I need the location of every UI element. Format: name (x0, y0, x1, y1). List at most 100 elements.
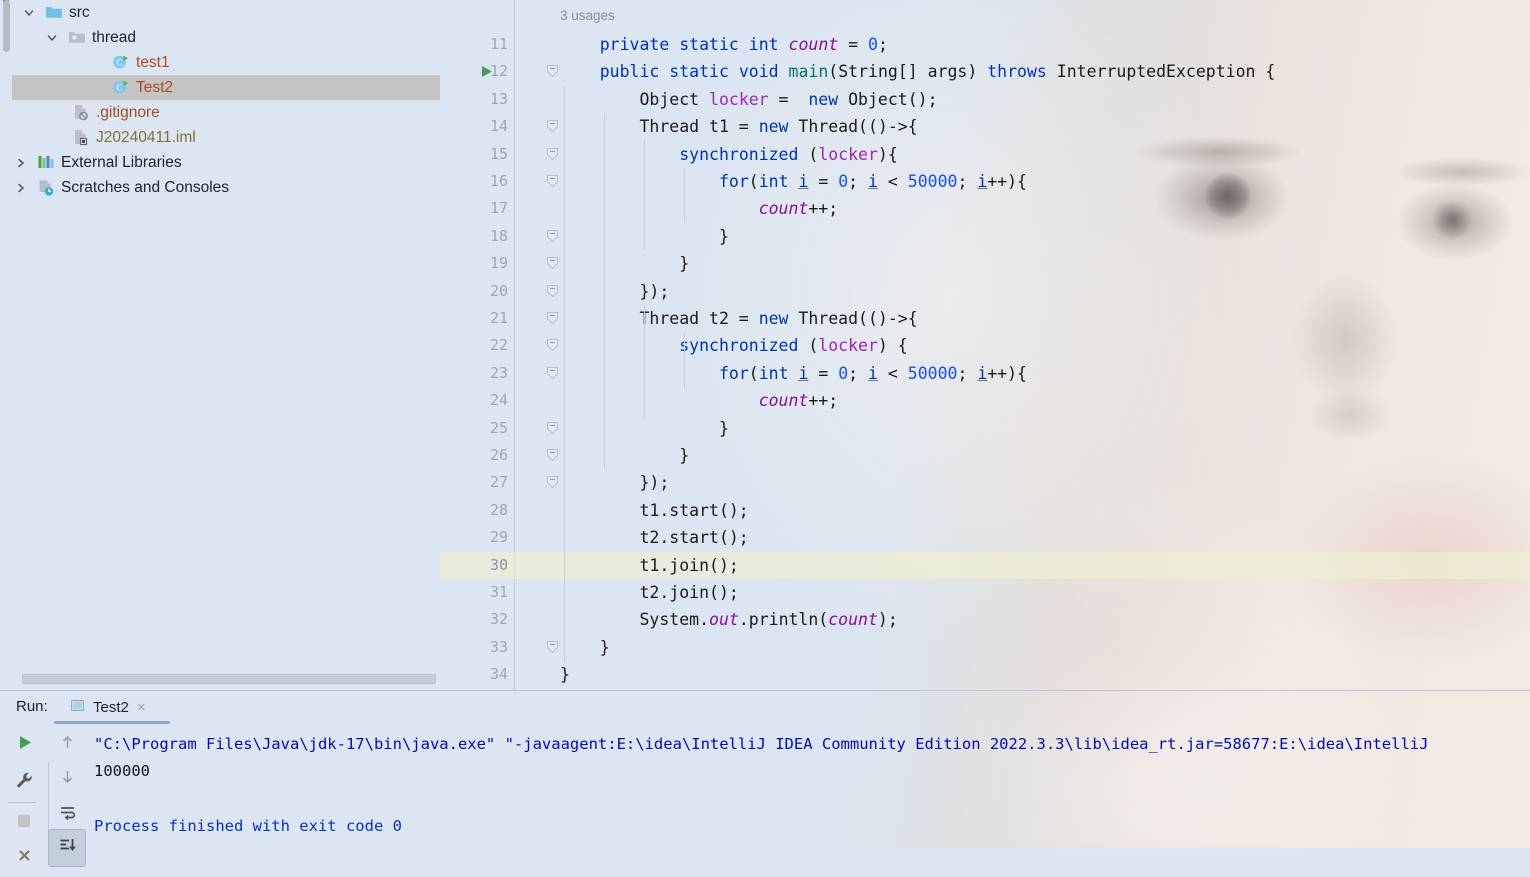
line-number: 14 (440, 113, 508, 140)
java-class-runnable-icon: C (112, 75, 130, 100)
code-fold-marker-icon[interactable] (546, 448, 560, 463)
code-fold-marker-icon[interactable] (546, 311, 560, 326)
scrollbar-thumb[interactable] (3, 0, 10, 52)
code-line[interactable]: 12 public static void main(String[] args… (440, 58, 1530, 85)
indent-guide (564, 86, 565, 662)
line-number: 17 (440, 195, 508, 222)
code-text[interactable]: Thread t2 = new Thread(()->{ (560, 305, 918, 332)
tree-item-label: External Libraries (61, 150, 182, 175)
console-line: Process finished with exit code 0 (94, 817, 402, 835)
soft-wrap-icon (58, 803, 77, 827)
folder-blue-icon (45, 0, 63, 25)
code-text[interactable]: t2.start(); (560, 524, 749, 551)
code-line[interactable]: 29 t2.start(); (440, 524, 1530, 551)
tree-item-test1[interactable]: Ctest1 (12, 50, 440, 75)
stop-button[interactable] (5, 804, 43, 842)
code-text[interactable]: } (560, 250, 689, 277)
code-fold-marker-icon[interactable] (546, 64, 560, 79)
line-number: 33 (440, 634, 508, 661)
code-text[interactable]: System.out.println(count); (560, 606, 898, 633)
tree-item-src[interactable]: src (12, 0, 440, 25)
code-fold-marker-icon[interactable] (546, 229, 560, 244)
tree-item-scratches-and-consoles[interactable]: Scratches and Consoles (12, 175, 440, 200)
code-text[interactable]: synchronized (locker) { (560, 332, 908, 359)
run-toolbar-right[interactable] (48, 724, 86, 849)
code-fold-marker-icon[interactable] (546, 147, 560, 162)
code-fold-marker-icon[interactable] (546, 284, 560, 299)
code-line[interactable]: 27 }); (440, 469, 1530, 496)
run-panel-title: Run: (16, 698, 48, 715)
code-fold-marker-icon[interactable] (546, 421, 560, 436)
code-text[interactable]: } (560, 634, 610, 661)
chevron-right-icon[interactable] (15, 175, 29, 200)
code-text[interactable]: } (560, 442, 689, 469)
project-tool-window[interactable]: srcthreadCtest1CTest2.gitignoreJ20240411… (0, 0, 440, 690)
project-tree-horizontal-scrollbar[interactable] (22, 674, 436, 684)
code-text[interactable]: count++; (560, 195, 838, 222)
chevron-down-icon[interactable] (23, 0, 37, 25)
line-number: 23 (440, 360, 508, 387)
tree-item-label: J20240411.iml (96, 125, 196, 150)
run-tool-window[interactable]: Run: Test2 × (0, 690, 1530, 848)
code-line[interactable]: 34} (440, 661, 1530, 688)
chevron-down-icon[interactable] (46, 25, 60, 50)
line-number: 15 (440, 141, 508, 168)
tree-item-j20240411-iml[interactable]: J20240411.iml (12, 125, 440, 150)
svg-text:C: C (116, 83, 122, 93)
chevron-right-icon[interactable] (15, 150, 29, 175)
code-text[interactable]: t2.join(); (560, 579, 739, 606)
code-text[interactable]: }); (560, 469, 669, 496)
run-tab-test2[interactable]: Test2 × (62, 691, 156, 724)
close-button[interactable] (5, 839, 43, 877)
code-line[interactable]: 13 Object locker = new Object(); (440, 86, 1530, 113)
code-text[interactable]: private static int count = 0; (560, 31, 888, 58)
settings-button[interactable] (5, 764, 43, 802)
tree-item-gitignore[interactable]: .gitignore (12, 100, 440, 125)
console-output[interactable]: "C:\Program Files\Java\jdk-17\bin\java.e… (86, 724, 1530, 849)
code-text[interactable]: for(int i = 0; i < 50000; i++){ (560, 360, 1027, 387)
run-gutter-icon[interactable] (480, 64, 494, 84)
next-occurrence-button[interactable] (48, 760, 86, 798)
tree-item-test2[interactable]: CTest2 (12, 75, 440, 100)
code-text[interactable]: t1.join(); (560, 552, 739, 579)
rerun-button[interactable] (5, 726, 43, 764)
arrow-up-icon (59, 734, 76, 756)
code-line[interactable]: 28 t1.start(); (440, 497, 1530, 524)
code-editor[interactable]: 3 usages 11 private static int count = 0… (440, 0, 1530, 690)
code-text[interactable]: for(int i = 0; i < 50000; i++){ (560, 168, 1027, 195)
line-number: 30 (440, 552, 508, 579)
code-text[interactable]: count++; (560, 387, 838, 414)
code-fold-marker-icon[interactable] (546, 640, 560, 655)
run-toolbar-left[interactable] (0, 724, 48, 849)
line-number: 20 (440, 278, 508, 305)
code-text[interactable]: } (560, 661, 570, 688)
code-text[interactable]: } (560, 415, 729, 442)
tree-item-thread[interactable]: thread (12, 25, 440, 50)
tree-item-external-libraries[interactable]: External Libraries (12, 150, 440, 175)
prev-occurrence-button[interactable] (48, 726, 86, 764)
code-text[interactable]: Object locker = new Object(); (560, 86, 938, 113)
code-text[interactable]: }); (560, 278, 669, 305)
code-fold-marker-icon[interactable] (546, 366, 560, 381)
line-number: 22 (440, 332, 508, 359)
code-text[interactable]: Thread t1 = new Thread(()->{ (560, 113, 918, 140)
code-text[interactable]: public static void main(String[] args) t… (560, 58, 1275, 85)
scroll-to-end-button[interactable] (48, 829, 86, 867)
run-tab-close-icon[interactable]: × (137, 699, 146, 716)
code-text[interactable]: t1.start(); (560, 497, 749, 524)
code-fold-marker-icon[interactable] (546, 475, 560, 490)
code-fold-marker-icon[interactable] (546, 174, 560, 189)
code-line[interactable]: 31 t2.join(); (440, 579, 1530, 606)
code-fold-marker-icon[interactable] (546, 256, 560, 271)
code-text[interactable]: synchronized (locker){ (560, 141, 898, 168)
code-fold-marker-icon[interactable] (546, 338, 560, 353)
inlay-usages-hint[interactable]: 3 usages (560, 8, 615, 23)
code-fold-marker-icon[interactable] (546, 119, 560, 134)
code-line[interactable]: 11 private static int count = 0; (440, 31, 1530, 58)
svg-text:C: C (116, 58, 122, 68)
project-tree[interactable]: srcthreadCtest1CTest2.gitignoreJ20240411… (12, 0, 440, 200)
code-line[interactable]: 32 System.out.println(count); (440, 606, 1530, 633)
project-tree-vertical-scrollbar[interactable] (2, 0, 11, 690)
code-line[interactable]: 30 t1.join(); (440, 552, 1530, 579)
code-line[interactable]: 33 } (440, 634, 1530, 661)
